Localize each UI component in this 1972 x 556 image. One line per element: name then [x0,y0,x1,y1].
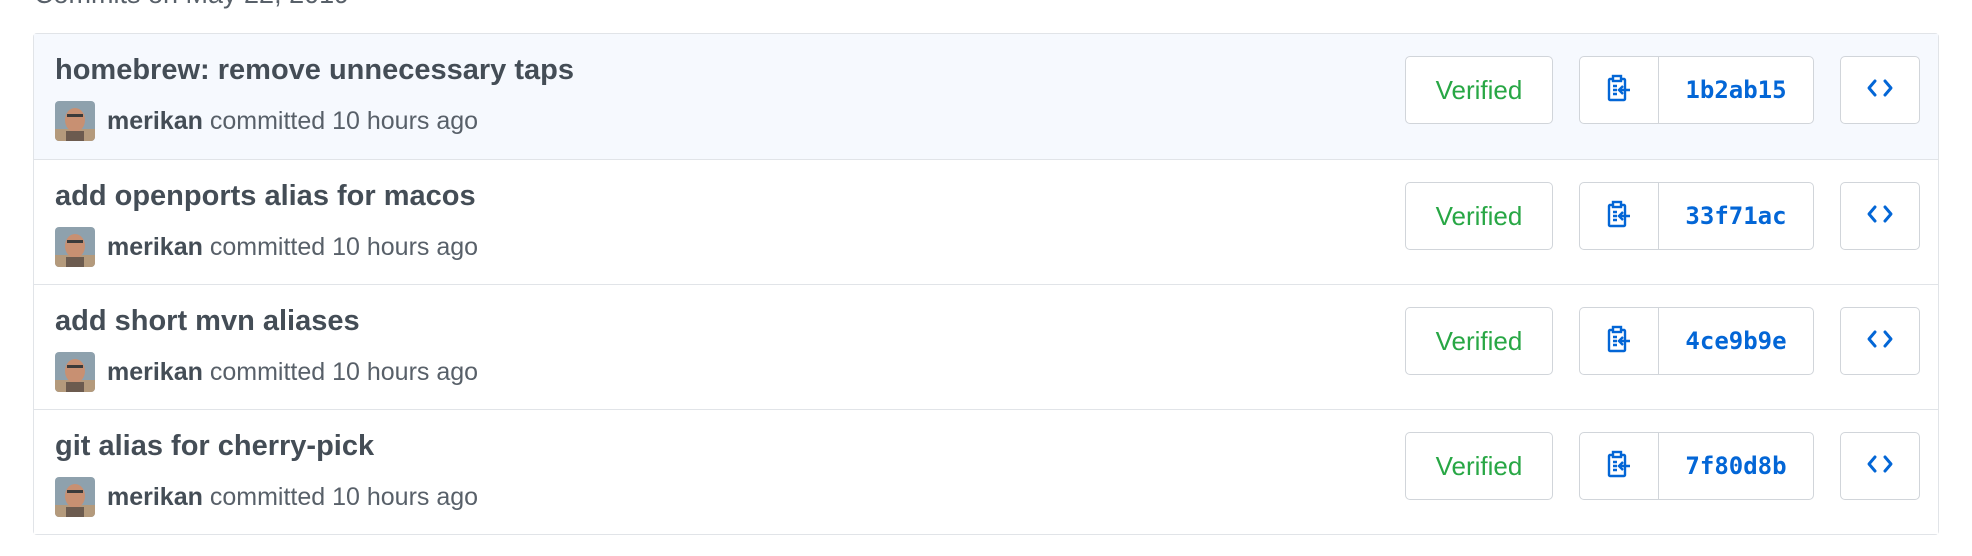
commit-sha-group: 4ce9b9e [1579,307,1814,375]
copy-sha-button[interactable] [1580,308,1659,374]
commit-meta: merikan committed 10 hours ago [55,227,478,267]
copy-sha-button[interactable] [1580,183,1659,249]
commit-sha-group: 33f71ac [1579,182,1814,250]
code-icon [1867,78,1893,103]
author-name-link[interactable]: merikan [107,107,203,135]
commit-row: add short mvn aliases merikan committed … [34,284,1938,409]
browse-repo-button[interactable] [1840,307,1920,375]
clippy-icon [1606,200,1632,233]
commit-meta: merikan committed 10 hours ago [55,101,478,141]
verified-badge[interactable]: Verified [1405,182,1553,250]
commit-sha-link[interactable]: 4ce9b9e [1659,308,1813,374]
commit-title-link[interactable]: add openports alias for macos [55,178,476,214]
commit-sha-link[interactable]: 33f71ac [1659,183,1813,249]
commit-time: 10 hours ago [332,107,479,135]
commit-sha-group: 7f80d8b [1579,432,1814,500]
clippy-icon [1606,450,1632,483]
commit-group-header: Commits on May 22, 2019 [34,0,349,10]
author-avatar[interactable] [55,227,95,267]
author-name-link[interactable]: merikan [107,233,203,261]
code-icon [1867,204,1893,229]
commit-meta: merikan committed 10 hours ago [55,477,478,517]
verified-badge[interactable]: Verified [1405,307,1553,375]
commit-row: add openports alias for macos merikan co… [34,159,1938,284]
commit-sha-link[interactable]: 1b2ab15 [1659,57,1813,123]
code-icon [1867,329,1893,354]
author-avatar[interactable] [55,352,95,392]
author-name-link[interactable]: merikan [107,483,203,511]
commit-time: 10 hours ago [332,358,479,386]
commit-row: git alias for cherry-pick merikan commit… [34,409,1938,534]
browse-repo-button[interactable] [1840,182,1920,250]
commit-sha-link[interactable]: 7f80d8b [1659,433,1813,499]
commit-action: committed [209,483,326,511]
copy-sha-button[interactable] [1580,433,1659,499]
commit-action: committed [209,358,326,386]
commit-list: homebrew: remove unnecessary taps merika… [33,33,1939,535]
browse-repo-button[interactable] [1840,432,1920,500]
copy-sha-button[interactable] [1580,57,1659,123]
commit-title-link[interactable]: git alias for cherry-pick [55,428,374,464]
verified-badge[interactable]: Verified [1405,432,1553,500]
author-avatar[interactable] [55,477,95,517]
clippy-icon [1606,325,1632,358]
author-name-link[interactable]: merikan [107,358,203,386]
commit-meta: merikan committed 10 hours ago [55,352,478,392]
commit-action: committed [209,107,326,135]
commit-action: committed [209,233,326,261]
author-avatar[interactable] [55,101,95,141]
commit-time: 10 hours ago [332,483,479,511]
commit-row: homebrew: remove unnecessary taps merika… [34,34,1938,159]
clippy-icon [1606,74,1632,107]
verified-badge[interactable]: Verified [1405,56,1553,124]
commit-sha-group: 1b2ab15 [1579,56,1814,124]
browse-repo-button[interactable] [1840,56,1920,124]
commit-title-link[interactable]: add short mvn aliases [55,303,360,339]
commit-time: 10 hours ago [332,233,479,261]
commit-title-link[interactable]: homebrew: remove unnecessary taps [55,52,574,88]
code-icon [1867,454,1893,479]
